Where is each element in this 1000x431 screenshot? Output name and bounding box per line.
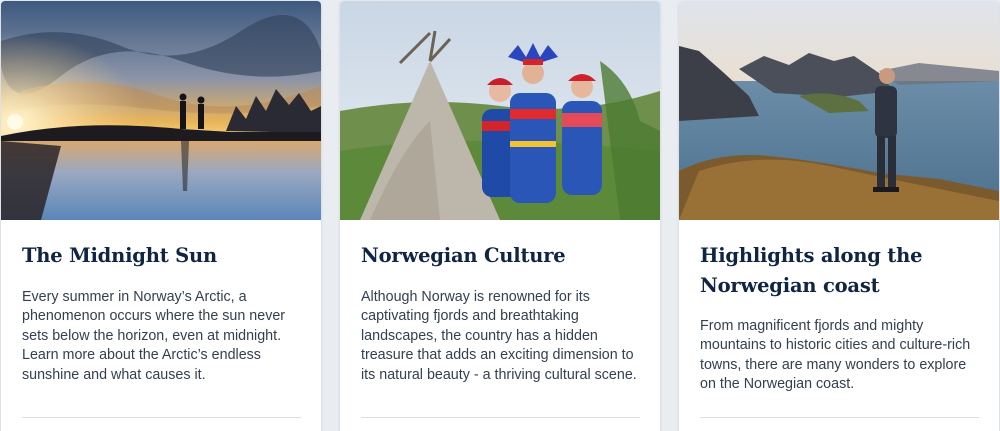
- coastal-hiker-photo[interactable]: [679, 1, 999, 220]
- card-title[interactable]: Highlights along the Norwegian coast: [700, 241, 977, 301]
- card-description: Although Norway is renowned for its capt…: [361, 289, 637, 383]
- card-description: From magnificent fjords and mighty mount…: [700, 318, 971, 393]
- midnight-sun-photo[interactable]: [1, 1, 321, 220]
- card-title[interactable]: The Midnight Sun: [22, 241, 299, 271]
- card-divider: [361, 417, 640, 418]
- article-card-midnight-sun[interactable]: The Midnight Sun Every summer in Norway’…: [1, 1, 321, 431]
- card-divider: [22, 417, 301, 418]
- sami-culture-photo[interactable]: [340, 1, 660, 220]
- card-divider: [700, 417, 979, 418]
- card-title[interactable]: Norwegian Culture: [361, 241, 638, 271]
- article-card-norwegian-coast[interactable]: Highlights along the Norwegian coast Fro…: [679, 1, 999, 431]
- article-card-norwegian-culture[interactable]: Norwegian Culture Although Norway is ren…: [340, 1, 660, 431]
- card-description: Every summer in Norway’s Arctic, a pheno…: [22, 289, 286, 383]
